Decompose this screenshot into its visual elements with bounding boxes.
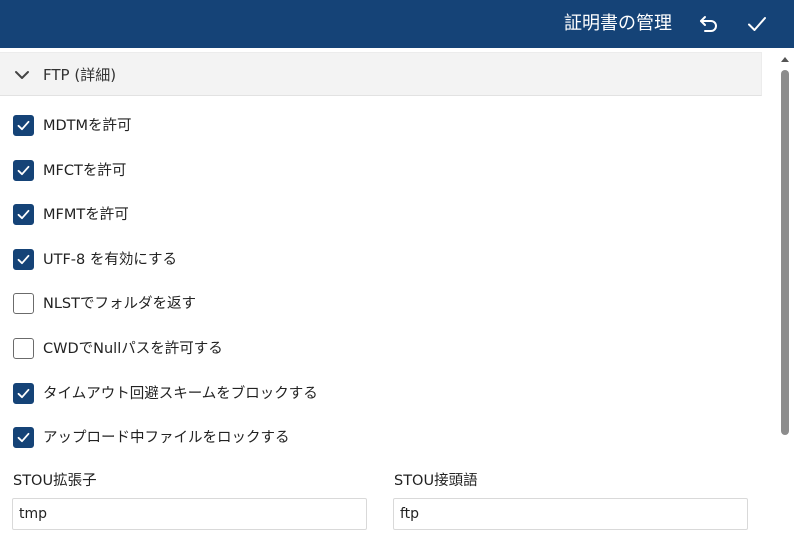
app-header: 証明書の管理 <box>0 0 794 48</box>
confirm-button[interactable] <box>745 12 769 36</box>
checkbox-row[interactable]: NLSTでフォルダを返す <box>13 293 613 315</box>
checkmark-icon <box>17 209 30 220</box>
checkbox[interactable] <box>13 427 34 448</box>
section-title: FTP (詳細) <box>43 66 117 84</box>
checkbox-label: CWDでNullパスを許可する <box>43 341 223 357</box>
chevron-down-icon <box>12 65 32 85</box>
checkbox-row[interactable]: CWDでNullパスを許可する <box>13 338 613 360</box>
check-icon <box>748 17 766 31</box>
vertical-scrollbar[interactable] <box>776 48 794 548</box>
scroll-up-icon[interactable] <box>780 55 790 63</box>
checkbox-label: NLSTでフォルダを返す <box>43 296 196 312</box>
stou-extension-label: STOU拡張子 <box>13 473 97 489</box>
checkbox[interactable] <box>13 383 34 404</box>
checkbox-label: MDTMを許可 <box>43 118 132 134</box>
undo-icon <box>700 16 717 32</box>
checkmark-icon <box>17 120 30 131</box>
checkbox[interactable] <box>13 293 34 314</box>
checkbox[interactable] <box>13 338 34 359</box>
checkbox-label: アップロード中ファイルをロックする <box>43 430 290 446</box>
checkbox-row[interactable]: MFCTを許可 <box>13 160 613 182</box>
checkmark-icon <box>17 432 30 443</box>
scrollbar-thumb[interactable] <box>781 70 789 435</box>
checkbox[interactable] <box>13 115 34 136</box>
checkmark-icon <box>17 388 30 399</box>
checkmark-icon <box>17 165 30 176</box>
checkbox-label: タイムアウト回避スキームをブロックする <box>43 386 318 402</box>
checkbox-row[interactable]: MFMTを許可 <box>13 204 613 226</box>
checkbox-label: MFCTを許可 <box>43 163 127 179</box>
checkbox-row[interactable]: UTF-8 を有効にする <box>13 249 613 271</box>
checkbox[interactable] <box>13 160 34 181</box>
checkbox-row[interactable]: アップロード中ファイルをロックする <box>13 427 613 449</box>
undo-button[interactable] <box>697 12 721 36</box>
checkbox[interactable] <box>13 249 34 270</box>
checkbox-row[interactable]: MDTMを許可 <box>13 115 613 137</box>
page-title: 証明書の管理 <box>564 13 672 34</box>
checkbox-label: UTF-8 を有効にする <box>43 252 178 268</box>
checkbox[interactable] <box>13 204 34 225</box>
stou-extension-input[interactable] <box>12 498 367 530</box>
stou-prefix-input[interactable] <box>393 498 748 530</box>
stou-prefix-label: STOU接頭語 <box>394 473 478 489</box>
settings-panel: FTP (詳細) MDTMを許可 MFCTを許可 MFMTを許可 UTF-8 を有効に… <box>0 48 776 548</box>
checkbox-row[interactable]: タイムアウト回避スキームをブロックする <box>13 383 613 405</box>
section-header-ftp-advanced[interactable]: FTP (詳細) <box>0 52 762 96</box>
checkmark-icon <box>17 254 30 265</box>
checkbox-label: MFMTを許可 <box>43 207 129 223</box>
